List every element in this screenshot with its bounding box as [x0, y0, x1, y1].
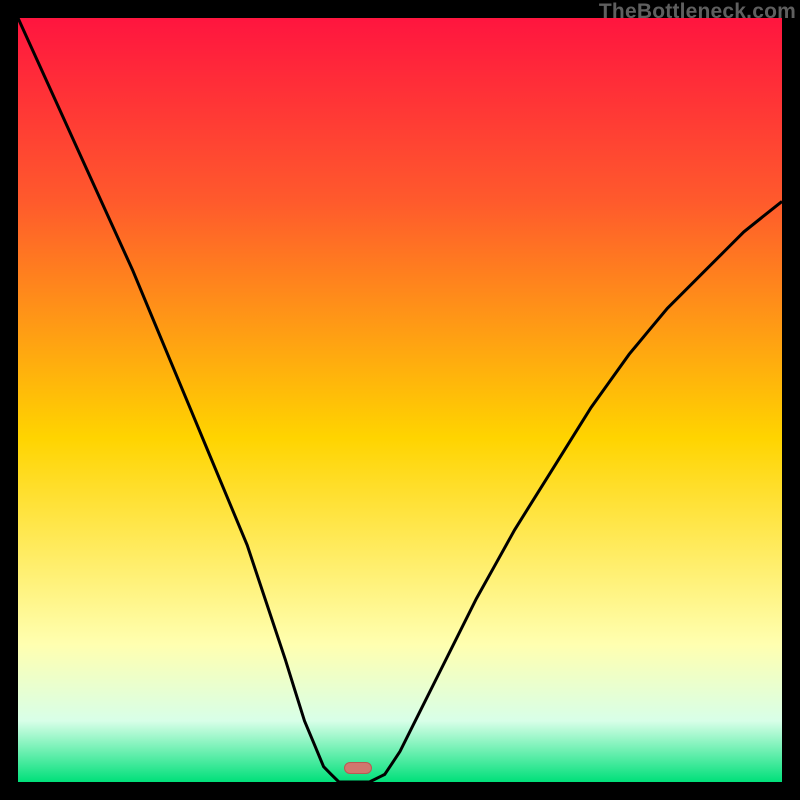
- bottleneck-curve: [18, 18, 782, 782]
- watermark-text: TheBottleneck.com: [599, 0, 796, 24]
- plot-area: [18, 18, 782, 782]
- chart-stage: TheBottleneck.com: [0, 0, 800, 800]
- optimum-marker: [344, 762, 372, 774]
- curve-path: [18, 18, 782, 782]
